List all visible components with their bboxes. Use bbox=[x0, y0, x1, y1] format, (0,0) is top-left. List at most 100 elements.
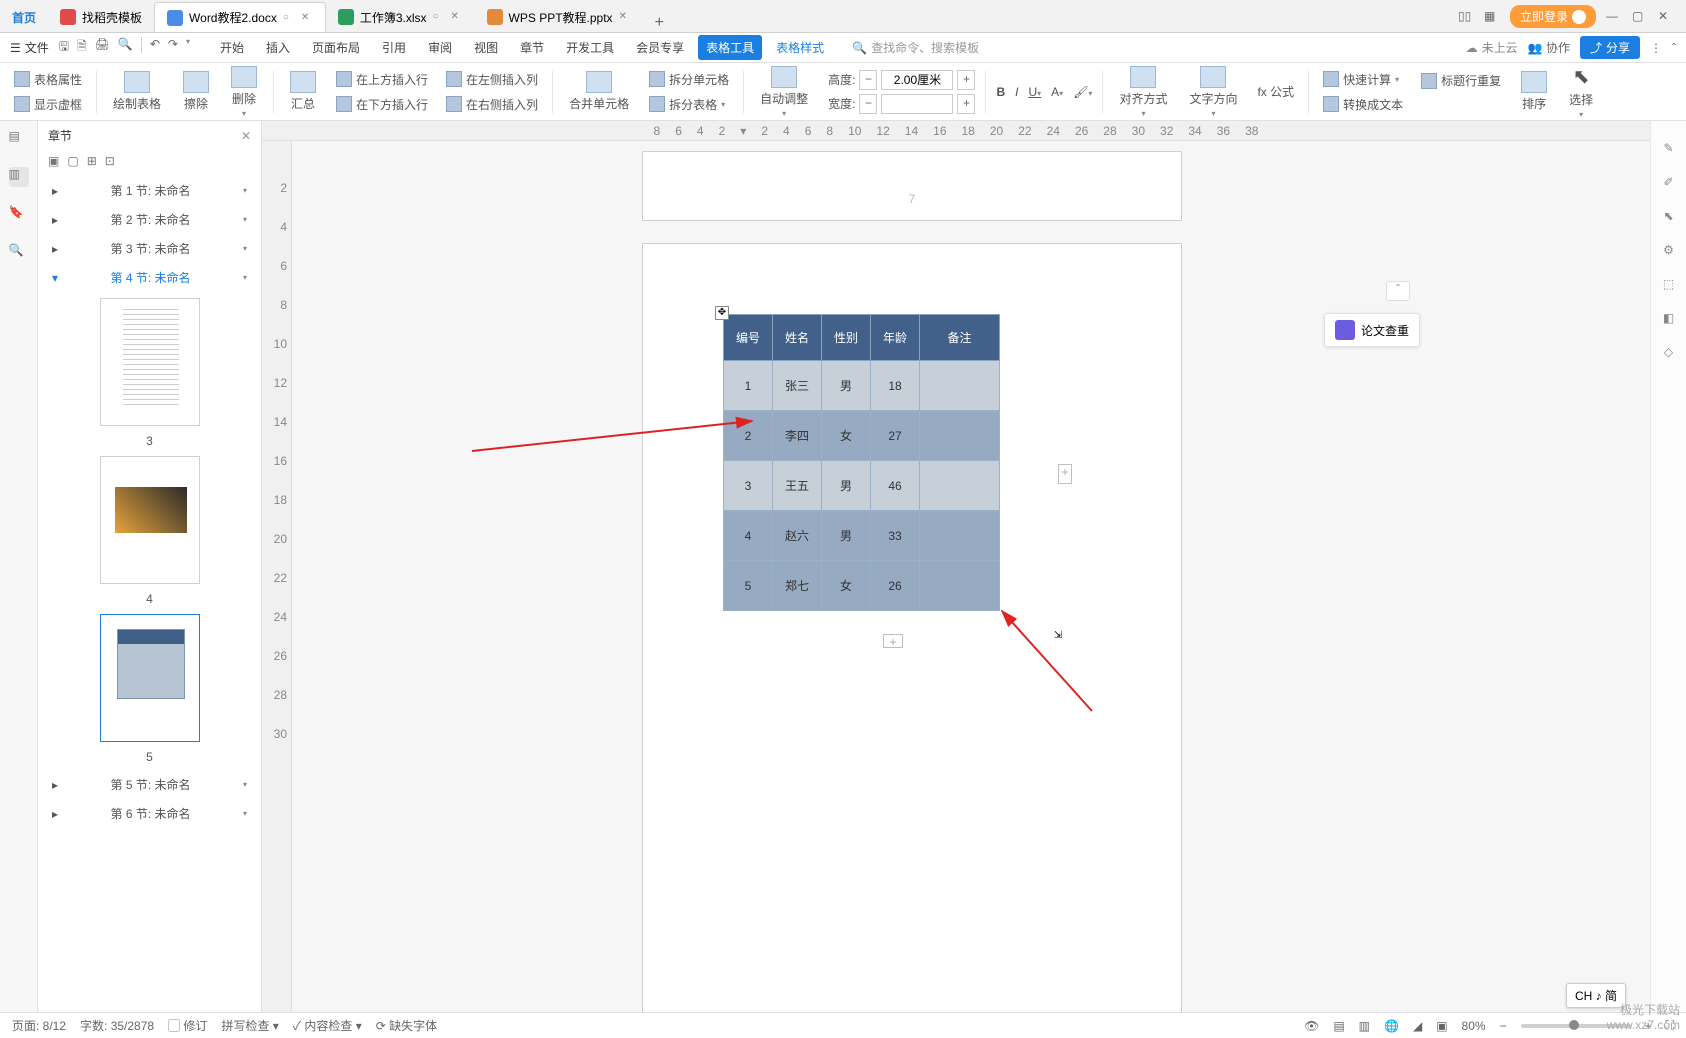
tab-close-icon[interactable]: ✕ bbox=[301, 12, 313, 24]
cell[interactable] bbox=[920, 411, 1000, 461]
cell[interactable]: 郑七 bbox=[773, 561, 822, 611]
tab-close-icon[interactable]: ✕ bbox=[451, 11, 463, 23]
header-repeat-button[interactable]: 标题行重复 bbox=[1417, 70, 1505, 91]
cell[interactable]: 张三 bbox=[773, 361, 822, 411]
settings-icon[interactable]: ⊡ bbox=[105, 154, 115, 168]
width-input[interactable] bbox=[881, 94, 953, 114]
height-inc-button[interactable]: + bbox=[957, 70, 975, 90]
header-cell[interactable]: 年龄 bbox=[871, 315, 920, 361]
status-font-missing[interactable]: ⟳ 缺失字体 bbox=[376, 1017, 437, 1034]
login-button[interactable]: 立即登录 bbox=[1510, 5, 1596, 28]
underline-button[interactable]: U▾ bbox=[1028, 85, 1041, 99]
page-thumb[interactable] bbox=[100, 456, 200, 584]
insert-column-left-button[interactable]: 在左侧插入列 bbox=[442, 69, 542, 90]
tab-insert[interactable]: 插入 bbox=[258, 35, 298, 60]
font-color-button[interactable]: A▾ bbox=[1051, 85, 1063, 99]
tab-tabletools[interactable]: 表格工具 bbox=[698, 35, 762, 60]
cell[interactable]: 女 bbox=[822, 411, 871, 461]
cell[interactable]: 女 bbox=[822, 561, 871, 611]
cell[interactable]: 1 bbox=[724, 361, 773, 411]
horizontal-ruler[interactable]: 8642▾2468101214161820222426283032343638 bbox=[262, 121, 1650, 141]
tab-document-3[interactable]: WPS PPT教程.pptx ✕ bbox=[475, 2, 643, 32]
tool-misc-icon[interactable]: ◇ bbox=[1664, 345, 1673, 359]
header-cell[interactable]: 备注 bbox=[920, 315, 1000, 361]
search-icon[interactable]: 🔍 bbox=[9, 243, 29, 263]
content-table[interactable]: 编号 姓名 性别 年龄 备注 1张三男18 2李四女27 3王五男46 4赵六男… bbox=[723, 314, 1000, 611]
outline-icon[interactable]: ▤ bbox=[9, 129, 29, 149]
section-node[interactable]: ▸ 第 1 节: 未命名▾ bbox=[44, 176, 255, 205]
bookmark-icon[interactable]: 🔖 bbox=[9, 205, 29, 225]
preview-icon[interactable]: 🔍 bbox=[118, 37, 133, 58]
tool-layers-icon[interactable]: ⬚ bbox=[1663, 277, 1674, 291]
autofit-button[interactable]: 自动调整▾ bbox=[754, 64, 814, 120]
add-row-button[interactable]: + bbox=[883, 634, 903, 648]
tab-review[interactable]: 审阅 bbox=[420, 35, 460, 60]
cell[interactable]: 18 bbox=[871, 361, 920, 411]
zoom-fit-icon[interactable]: ▣ bbox=[1436, 1019, 1447, 1033]
page-thumb-active[interactable] bbox=[100, 614, 200, 742]
tool-select-icon[interactable]: ⬉ bbox=[1663, 209, 1673, 223]
add-column-button[interactable]: + bbox=[1058, 464, 1072, 484]
cell[interactable]: 33 bbox=[871, 511, 920, 561]
section-node[interactable]: ▸ 第 5 节: 未命名▾ bbox=[44, 770, 255, 799]
fill-color-button[interactable]: 🖌▾ bbox=[1073, 85, 1092, 99]
add-section-icon[interactable]: ⊞ bbox=[87, 154, 97, 168]
width-dec-button[interactable]: − bbox=[859, 94, 877, 114]
header-cell[interactable]: 编号 bbox=[724, 315, 773, 361]
cell[interactable]: 男 bbox=[822, 361, 871, 411]
file-menu[interactable]: ☰ 文件 bbox=[10, 39, 49, 56]
cloud-status[interactable]: ☁ 未上云 bbox=[1466, 39, 1518, 56]
quick-calc-button[interactable]: 快速计算▾ bbox=[1319, 69, 1407, 90]
status-page[interactable]: 页面: 8/12 bbox=[12, 1017, 66, 1034]
select-button[interactable]: ⬉选择▾ bbox=[1563, 62, 1599, 121]
cell[interactable]: 李四 bbox=[773, 411, 822, 461]
share-button[interactable]: ⤴ 分享 bbox=[1580, 36, 1640, 59]
saveas-icon[interactable]: 🗎 bbox=[77, 37, 87, 58]
chapters-icon[interactable]: ▥ bbox=[9, 167, 29, 187]
tab-view[interactable]: 视图 bbox=[466, 35, 506, 60]
table-resize-handle[interactable]: ⇲ bbox=[1051, 630, 1065, 644]
width-inc-button[interactable]: + bbox=[957, 94, 975, 114]
cell[interactable] bbox=[920, 511, 1000, 561]
tab-member[interactable]: 会员专享 bbox=[628, 35, 692, 60]
height-dec-button[interactable]: − bbox=[859, 70, 877, 90]
cell[interactable] bbox=[920, 361, 1000, 411]
tab-chapter[interactable]: 章节 bbox=[512, 35, 552, 60]
bold-button[interactable]: B bbox=[996, 85, 1005, 99]
tab-tablestyle[interactable]: 表格样式 bbox=[768, 35, 832, 60]
cell[interactable]: 5 bbox=[724, 561, 773, 611]
tab-close-icon[interactable]: ✕ bbox=[619, 11, 631, 23]
cell[interactable]: 2 bbox=[724, 411, 773, 461]
maximize-icon[interactable]: ▢ bbox=[1632, 9, 1648, 25]
height-input[interactable] bbox=[881, 70, 953, 90]
table-properties-button[interactable]: 表格属性 bbox=[10, 69, 86, 90]
eraser-button[interactable]: 擦除 bbox=[177, 69, 215, 114]
merge-cells-button[interactable]: 合并单元格 bbox=[563, 69, 635, 114]
section-node[interactable]: ▸ 第 6 节: 未命名▾ bbox=[44, 799, 255, 828]
cell[interactable]: 27 bbox=[871, 411, 920, 461]
tab-docai[interactable]: 找稻壳模板 bbox=[48, 2, 154, 32]
ribbon-collapse-icon[interactable]: ˆ bbox=[1672, 41, 1676, 55]
cell[interactable]: 4 bbox=[724, 511, 773, 561]
grid-icon[interactable]: ▦ bbox=[1484, 9, 1500, 25]
document-area[interactable]: 8642▾2468101214161820222426283032343638 … bbox=[262, 121, 1650, 1026]
cell[interactable]: 赵六 bbox=[773, 511, 822, 561]
header-cell[interactable]: 性别 bbox=[822, 315, 871, 361]
command-search[interactable]: 🔍 查找命令、搜索模板 bbox=[852, 39, 979, 56]
status-track[interactable]: ▢ 修订 bbox=[168, 1017, 207, 1034]
view-web-icon[interactable]: 🌐 bbox=[1384, 1019, 1399, 1033]
cell[interactable]: 男 bbox=[822, 511, 871, 561]
panel-toggle-button[interactable]: ˆ bbox=[1386, 281, 1410, 301]
tab-start[interactable]: 开始 bbox=[212, 35, 252, 60]
sort-button[interactable]: 排序 bbox=[1515, 69, 1553, 114]
tool-style-icon[interactable]: ✎ bbox=[1663, 141, 1673, 155]
text-direction-button[interactable]: 文字方向▾ bbox=[1183, 64, 1243, 120]
view-page-icon[interactable]: ▤ bbox=[1333, 1019, 1344, 1033]
tab-reference[interactable]: 引用 bbox=[374, 35, 414, 60]
cell[interactable]: 26 bbox=[871, 561, 920, 611]
draw-table-button[interactable]: 绘制表格 bbox=[107, 69, 167, 114]
menu-more-icon[interactable]: ⋮ bbox=[1650, 41, 1662, 55]
convert-to-text-button[interactable]: 转换成文本 bbox=[1319, 94, 1407, 115]
cell[interactable]: 3 bbox=[724, 461, 773, 511]
zoom-value[interactable]: 80% bbox=[1462, 1019, 1486, 1033]
